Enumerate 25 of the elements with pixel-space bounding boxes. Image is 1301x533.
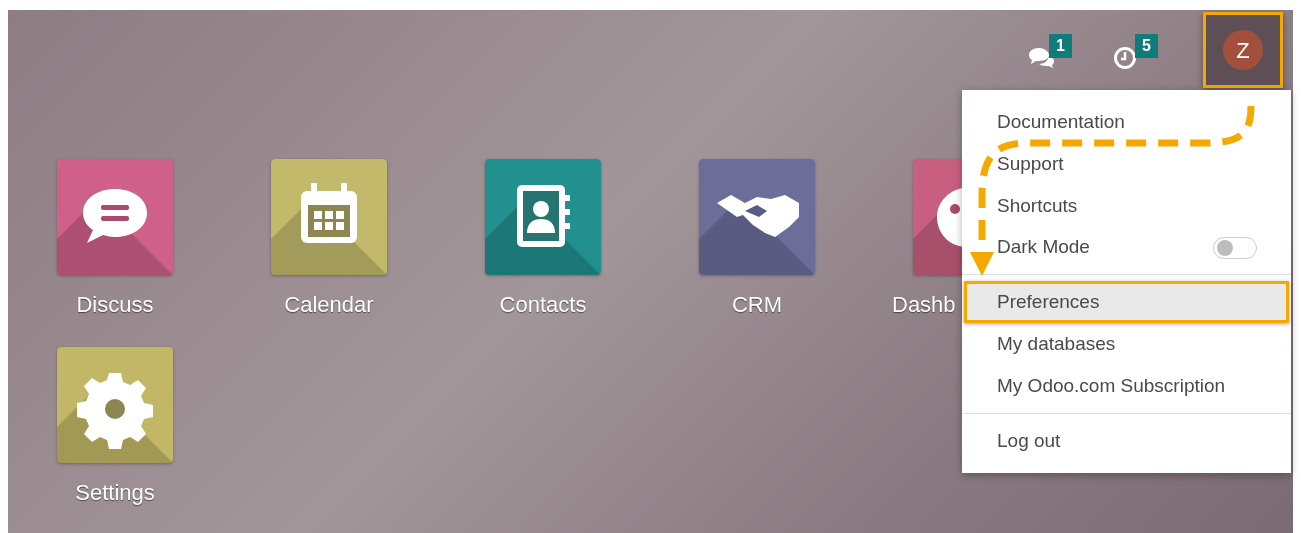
avatar-button[interactable]: Z: [1203, 12, 1283, 88]
menu-item[interactable]: Log out: [997, 426, 1061, 456]
menu-item[interactable]: Documentation: [997, 107, 1125, 137]
avatar-initial: Z: [1223, 30, 1263, 70]
menu-item[interactable]: Shortcuts: [997, 191, 1078, 221]
menu-item[interactable]: My databases: [997, 329, 1116, 359]
gear-icon: [77, 373, 153, 449]
app-tile[interactable]: [271, 159, 387, 275]
menu-item[interactable]: My Odoo.com Subscription: [997, 371, 1226, 401]
count-badge: 1: [1049, 34, 1072, 58]
chat-bubbles-icon[interactable]: [1027, 46, 1055, 70]
app-label[interactable]: Dashb: [892, 292, 956, 318]
app-tile[interactable]: [485, 159, 601, 275]
app-tile[interactable]: [57, 159, 173, 275]
menu-item[interactable]: Preferences: [964, 281, 1289, 323]
dark-mode-switch[interactable]: [1213, 236, 1257, 259]
calendar-icon: [301, 183, 357, 243]
clock-icon[interactable]: [1113, 46, 1137, 70]
count-badge: 5: [1135, 34, 1158, 58]
menu-item[interactable]: Support: [997, 149, 1064, 179]
speech-bubble-icon: [83, 189, 147, 243]
app-tile[interactable]: [57, 347, 173, 463]
address-book-icon: [517, 185, 570, 247]
menu-item[interactable]: Dark Mode: [997, 233, 1090, 262]
app-tile[interactable]: [699, 159, 815, 275]
